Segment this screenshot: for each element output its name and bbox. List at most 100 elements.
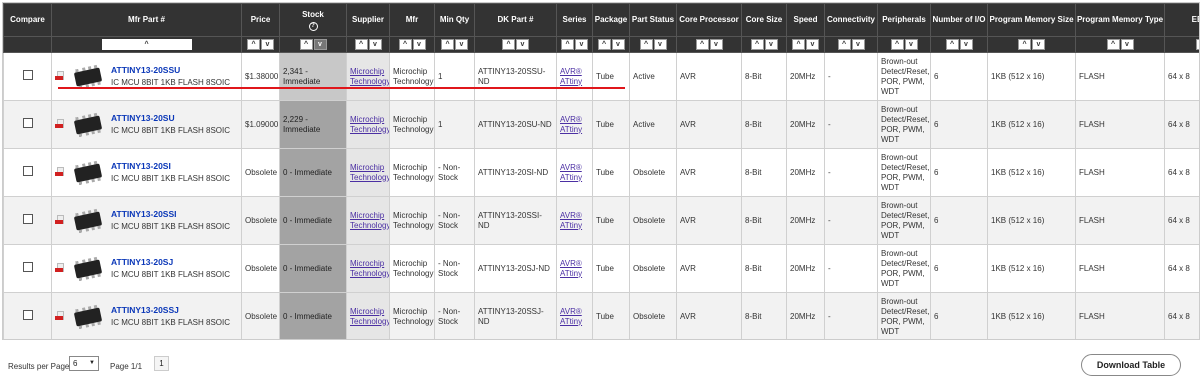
datasheet-pdf-icon[interactable]	[55, 70, 65, 83]
part-info: ATTINY13-20SU IC MCU 8BIT 1KB FLASH 8SOIC	[55, 112, 238, 138]
chip-thumbnail-icon[interactable]	[71, 208, 105, 234]
sort-down-icon[interactable]: v	[575, 39, 588, 50]
part-number-link[interactable]: ATTINY13-20SSJ	[111, 305, 230, 315]
supplier-value[interactable]: Microchip Technology	[350, 115, 389, 134]
speed-value: 20MHz	[790, 263, 816, 273]
part-number-link[interactable]: ATTINY13-20SI	[111, 161, 230, 171]
sort-box: ^v	[281, 38, 346, 52]
core-value: AVR	[680, 167, 696, 177]
cell-dk: ATTINY13-20SJ-ND	[474, 244, 557, 293]
part-number-link[interactable]: ATTINY13-20SU	[111, 113, 230, 123]
sort-up-icon[interactable]: ^	[101, 39, 192, 50]
sort-up-icon[interactable]: ^	[639, 39, 653, 50]
chip-thumbnail-icon[interactable]	[71, 256, 105, 282]
cell-minqty: - Non-Stock	[434, 196, 475, 245]
part-cell: ATTINY13-20SU IC MCU 8BIT 1KB FLASH 8SOIC	[51, 100, 242, 149]
help-icon[interactable]: ?	[308, 21, 318, 31]
sort-down-icon[interactable]: v	[455, 39, 468, 50]
results-per-page-select[interactable]: 6 ▼	[69, 356, 99, 371]
sort-up-icon[interactable]: ^	[837, 39, 851, 50]
supplier-value[interactable]: Microchip Technology	[350, 307, 389, 326]
sort-up-icon[interactable]: ^	[398, 39, 412, 50]
sort-down-icon[interactable]: v	[611, 39, 625, 50]
sort-down-icon[interactable]: v	[1120, 39, 1134, 50]
column-header-label: Package	[594, 15, 628, 24]
sort-up-icon[interactable]: ^	[890, 39, 904, 50]
cell-size: 8-Bit	[741, 52, 787, 101]
sort-up-icon[interactable]: ^	[945, 39, 959, 50]
sort-up-icon[interactable]: ^	[1018, 39, 1031, 50]
sort-box: ^	[53, 38, 241, 52]
chip-thumbnail-icon[interactable]	[71, 64, 105, 90]
dk-value: ATTINY13-20SI-ND	[478, 167, 549, 177]
datasheet-pdf-icon[interactable]	[55, 118, 65, 131]
supplier-value[interactable]: Microchip Technology	[350, 163, 389, 182]
column-header-4: Supplier	[346, 3, 390, 37]
supplier-value[interactable]: Microchip Technology	[350, 67, 389, 86]
supplier-value[interactable]: Microchip Technology	[350, 259, 389, 278]
checkbox-icon[interactable]	[22, 310, 33, 320]
sort-down-icon[interactable]: v	[709, 39, 723, 50]
sort-up-icon[interactable]: ^	[441, 39, 454, 50]
sort-down-icon[interactable]: v	[959, 39, 973, 50]
results-table: Compare Mfr Part # Price Stock? Supplier Mfr M…	[3, 3, 1199, 339]
supplier-value[interactable]: Microchip Technology	[350, 211, 389, 230]
part-number-link[interactable]: ATTINY13-20SSU	[111, 65, 230, 75]
status-value: Obsolete	[633, 311, 666, 321]
chip-thumbnail-icon[interactable]	[71, 112, 105, 138]
cell-mfr: Microchip Technology	[389, 244, 435, 293]
part-number-link[interactable]: ATTINY13-20SSI	[111, 209, 230, 219]
series-value[interactable]: AVR® ATtiny	[560, 67, 582, 86]
part-info: ATTINY13-20SSJ IC MCU 8BIT 1KB FLASH 8SOI…	[55, 304, 238, 330]
sort-up-icon[interactable]: ^	[1195, 39, 1199, 50]
series-value[interactable]: AVR® ATtiny	[560, 115, 582, 134]
sort-up-icon[interactable]: ^	[1106, 39, 1120, 50]
sort-down-icon[interactable]: v	[653, 39, 667, 50]
sort-down-icon[interactable]: v	[806, 39, 819, 50]
chip-thumbnail-icon[interactable]	[71, 304, 105, 330]
sort-up-icon[interactable]: ^	[792, 39, 805, 50]
chip-thumbnail-icon[interactable]	[71, 160, 105, 186]
cell-mfr: Microchip Technology	[389, 196, 435, 245]
sort-up-icon[interactable]: ^	[750, 39, 764, 50]
sort-down-icon[interactable]: v	[851, 39, 865, 50]
sort-down-icon[interactable]: v	[313, 39, 327, 50]
column-header-label: Mfr Part #	[128, 15, 165, 24]
sort-down-icon[interactable]: v	[1032, 39, 1045, 50]
sort-up-icon[interactable]: ^	[597, 39, 611, 50]
download-table-button[interactable]: Download Table	[1081, 354, 1181, 376]
sort-down-icon[interactable]: v	[368, 39, 382, 50]
status-value: Active	[633, 71, 655, 81]
part-cell: ATTINY13-20SJ IC MCU 8BIT 1KB FLASH 8SOIC	[51, 244, 242, 293]
cell-series: AVR® ATtiny	[556, 148, 593, 197]
datasheet-pdf-icon[interactable]	[55, 310, 65, 323]
sort-down-icon[interactable]: v	[412, 39, 426, 50]
checkbox-icon[interactable]	[22, 118, 33, 128]
sort-down-icon[interactable]: v	[516, 39, 529, 50]
part-number-link[interactable]: ATTINY13-20SJ	[111, 257, 230, 267]
checkbox-icon[interactable]	[22, 166, 33, 176]
sort-down-icon[interactable]: v	[261, 39, 274, 50]
datasheet-pdf-icon[interactable]	[55, 214, 65, 227]
datasheet-pdf-icon[interactable]	[55, 166, 65, 179]
sort-up-icon[interactable]: ^	[695, 39, 709, 50]
sort-down-icon[interactable]: v	[764, 39, 778, 50]
sort-up-icon[interactable]: ^	[502, 39, 515, 50]
cell-package: Tube	[592, 52, 630, 101]
series-value[interactable]: AVR® ATtiny	[560, 259, 582, 278]
checkbox-icon[interactable]	[22, 262, 33, 272]
page-1-button[interactable]: 1	[154, 356, 169, 371]
sort-up-icon[interactable]: ^	[354, 39, 368, 50]
datasheet-pdf-icon[interactable]	[55, 262, 65, 275]
sort-up-icon[interactable]: ^	[561, 39, 574, 50]
column-header-label: Compare	[10, 15, 45, 24]
series-value[interactable]: AVR® ATtiny	[560, 307, 582, 326]
checkbox-icon[interactable]	[22, 70, 33, 80]
sort-up-icon[interactable]: ^	[299, 39, 313, 50]
series-value[interactable]: AVR® ATtiny	[560, 163, 582, 182]
cell-supplier: Microchip Technology	[346, 100, 390, 149]
series-value[interactable]: AVR® ATtiny	[560, 211, 582, 230]
sort-down-icon[interactable]: v	[904, 39, 918, 50]
checkbox-icon[interactable]	[22, 214, 33, 224]
sort-up-icon[interactable]: ^	[247, 39, 260, 50]
